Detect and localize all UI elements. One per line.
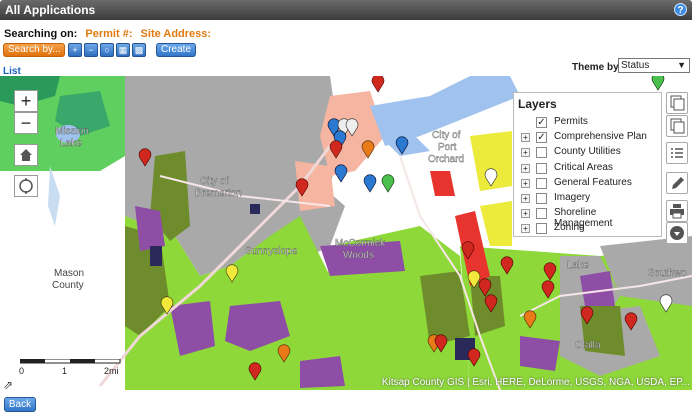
map-attribution: Kitsap County GIS | Esri, HERE, DeLorme,… <box>381 377 690 388</box>
layer-checkbox[interactable] <box>536 177 547 189</box>
label-olalla: Olalla <box>575 340 601 351</box>
basemap-button[interactable] <box>666 115 688 137</box>
layer-checkbox[interactable] <box>536 208 547 220</box>
print-button[interactable] <box>666 200 688 222</box>
svg-text:Lake: Lake <box>60 138 82 149</box>
zoom-out-tool-icon[interactable]: − <box>84 43 98 57</box>
layer-label: County Utilities <box>554 146 621 158</box>
layer-checkbox[interactable]: ✓ <box>536 117 547 128</box>
magnify-tool-icon[interactable]: ○ <box>100 43 114 57</box>
create-button[interactable]: Create <box>156 43 196 57</box>
zoom-in-button[interactable]: + <box>14 90 38 112</box>
searching-on-label: Searching on: <box>4 28 78 40</box>
layer-label: Comprehensive Plan <box>554 131 647 143</box>
scale-tick-1: 1 <box>62 366 68 376</box>
help-icon[interactable]: ? <box>674 3 687 16</box>
scale-tick-0: 0 <box>19 366 25 376</box>
svg-text:County: County <box>52 280 84 291</box>
theme-select[interactable]: Status ▼ <box>618 58 690 73</box>
label-mason-county: Mason <box>54 268 84 279</box>
copy-layers-button[interactable] <box>666 92 688 114</box>
expand-icon[interactable]: + <box>521 178 530 188</box>
legend-button[interactable] <box>666 142 688 164</box>
layer-row-general-features[interactable]: + General Features <box>518 177 657 192</box>
draw-button[interactable] <box>666 172 688 194</box>
layer-label: Permits <box>554 116 588 127</box>
pencil-icon <box>672 177 684 189</box>
locate-icon <box>19 178 33 194</box>
label-lake: Lake <box>567 260 589 271</box>
resize-icon[interactable]: ⇗ <box>3 378 13 392</box>
layers-title: Layers <box>518 97 557 111</box>
table-view-icon[interactable]: ▦ <box>116 43 130 57</box>
basemap-icon <box>670 118 685 134</box>
window-title-bar: All Applications ? <box>0 0 692 20</box>
zoom-out-button[interactable]: − <box>14 112 38 134</box>
label-mccormick: McCormick <box>335 238 386 249</box>
label-port-orchard: City of <box>432 130 461 141</box>
layer-row-critical-areas[interactable]: + Critical Areas <box>518 162 657 177</box>
layer-row-comprehensive-plan[interactable]: + ✓ Comprehensive Plan <box>518 131 657 146</box>
svg-text:Port: Port <box>438 142 457 153</box>
layer-row-shoreline-management[interactable]: + Shoreline Management <box>518 207 657 229</box>
chevron-down-icon: ▼ <box>677 60 686 70</box>
home-button[interactable] <box>14 144 38 166</box>
locate-button[interactable] <box>14 175 38 197</box>
search-field-permit[interactable]: Permit #: <box>85 28 132 40</box>
search-by-button[interactable]: Search by... <box>3 43 65 57</box>
zoom-in-tool-icon[interactable]: + <box>68 43 82 57</box>
svg-text:Orchard: Orchard <box>428 154 464 165</box>
layer-label: Imagery <box>554 191 591 203</box>
map-view[interactable]: Mission Lake City of Bremerton City of P… <box>0 76 692 390</box>
expand-icon[interactable]: + <box>521 133 530 143</box>
label-sunnyslope: Sunnyslope <box>245 246 298 257</box>
theme-select-value: Status <box>621 60 650 71</box>
back-button[interactable]: Back <box>4 397 36 412</box>
layer-label: Zoning <box>554 222 585 234</box>
label-bremerton: City of <box>200 176 229 187</box>
label-mission-lake: Mission <box>55 126 89 137</box>
layer-label: Critical Areas <box>554 161 613 173</box>
printer-icon <box>670 204 684 219</box>
layer-checkbox[interactable] <box>536 223 547 235</box>
svg-text:Woods: Woods <box>343 250 374 261</box>
scale-tick-2: 2mi <box>104 366 119 376</box>
search-criteria: Searching on: Permit #: Site Address: <box>4 28 211 40</box>
layer-row-imagery[interactable]: + Imagery <box>518 192 657 207</box>
layer-checkbox[interactable] <box>536 162 547 174</box>
expand-icon[interactable]: + <box>521 224 530 234</box>
download-icon <box>670 226 684 240</box>
theme-by-label: Theme by: <box>572 62 623 73</box>
expand-icon[interactable]: + <box>521 148 530 158</box>
svg-text:Bremerton: Bremerton <box>195 188 242 199</box>
expand-icon[interactable]: + <box>521 193 530 203</box>
copy-icon <box>670 95 685 111</box>
layer-checkbox[interactable] <box>536 147 547 159</box>
download-button[interactable] <box>666 222 688 244</box>
layer-checkbox[interactable] <box>536 192 547 204</box>
expand-icon[interactable]: + <box>521 209 530 219</box>
window-title: All Applications <box>5 3 96 17</box>
list-icon <box>671 148 683 158</box>
search-field-site-address[interactable]: Site Address: <box>141 28 212 40</box>
layer-row-permits[interactable]: ✓ Permits <box>518 116 657 131</box>
layer-row-zoning[interactable]: + Zoning <box>518 222 657 237</box>
home-icon <box>20 149 32 161</box>
label-southworth: Southwo <box>648 268 687 279</box>
layer-checkbox[interactable]: ✓ <box>536 132 547 144</box>
layer-row-county-utilities[interactable]: + County Utilities <box>518 146 657 161</box>
grid-view-icon[interactable]: ▩ <box>132 43 146 57</box>
layers-panel: Layers ✓ Permits + ✓ Comprehensive Plan … <box>513 92 662 237</box>
expand-icon[interactable]: + <box>521 163 530 173</box>
layer-label: General Features <box>554 176 632 188</box>
